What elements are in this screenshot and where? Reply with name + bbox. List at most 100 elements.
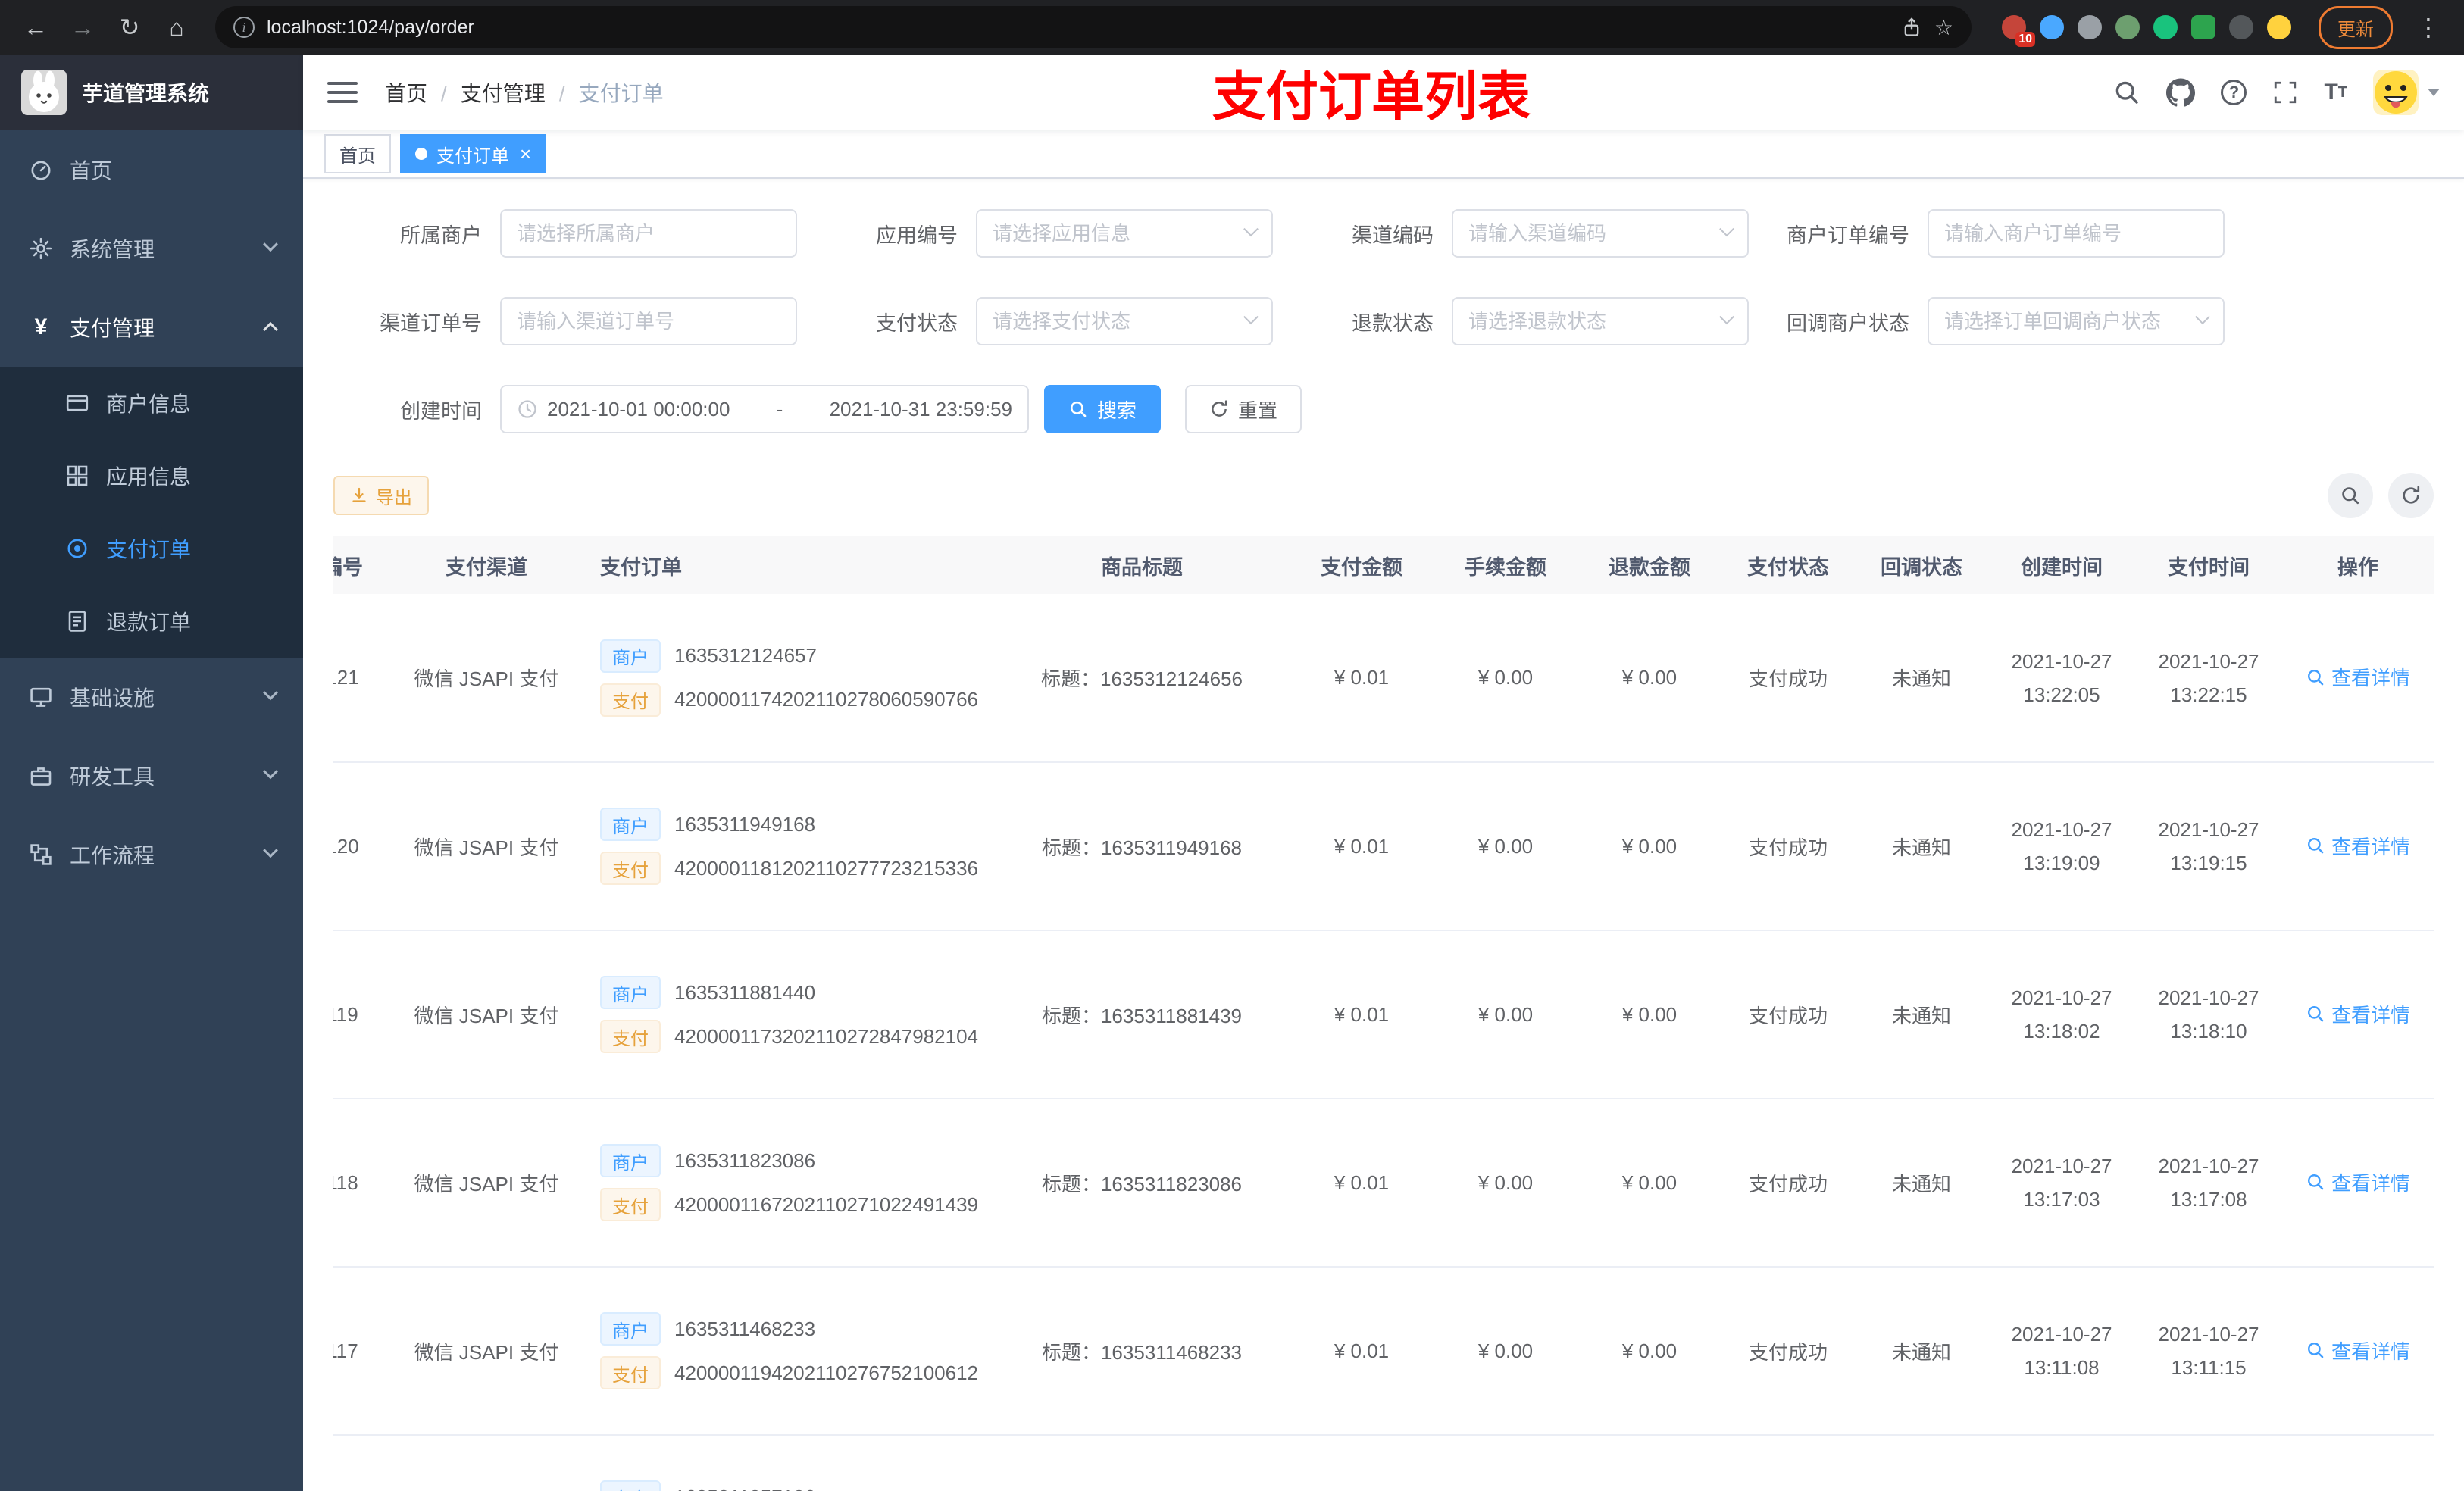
- extension-icon[interactable]: 10: [2002, 15, 2035, 47]
- bookmark-star-icon[interactable]: ☆: [1934, 15, 1953, 40]
- sidebar-item-pay-order[interactable]: 支付订单: [0, 512, 303, 585]
- extension-icon[interactable]: [2229, 15, 2253, 39]
- view-detail-link[interactable]: 查看详情: [2306, 663, 2410, 691]
- url-bar[interactable]: i localhost:1024/pay/order ☆: [215, 6, 1972, 48]
- filter-control[interactable]: [1928, 209, 2225, 258]
- date-filter-row: 创建时间 2021-10-01 00:00:00 - 2021-10-31 23…: [333, 385, 2434, 433]
- chevron-down-icon: [1719, 309, 1734, 325]
- column-header: 支付金额: [1290, 536, 1434, 594]
- fullscreen-icon[interactable]: [2272, 80, 2298, 105]
- sidebar-item-label: 基础设施: [70, 686, 155, 710]
- tab[interactable]: 支付订单 ×: [400, 134, 547, 173]
- view-detail-link[interactable]: 查看详情: [2306, 1000, 2410, 1028]
- cell-pay-order: 商户 1635311857136 支付 42000011582021102718…: [570, 1435, 994, 1491]
- search-icon[interactable]: [2113, 79, 2140, 106]
- extension-icon[interactable]: [2191, 15, 2215, 39]
- filter-input[interactable]: [1944, 309, 2188, 333]
- table-row: 120 微信 JSAPI 支付 商户 1635311949168 支: [333, 762, 2434, 931]
- chevron-up-icon: [263, 321, 278, 337]
- cell-pay-order: 商户 1635311949168 支付 42000011812021102777…: [570, 762, 994, 931]
- channel-order-no: 4200001167202110271022491439: [674, 1192, 979, 1216]
- cell-notify-status: 未通知: [1855, 762, 1988, 931]
- filter-input[interactable]: [1944, 221, 2208, 245]
- merchant-tag: 商户: [600, 1144, 661, 1177]
- view-detail-link[interactable]: 查看详情: [2306, 1336, 2410, 1364]
- filter-control[interactable]: [976, 297, 1273, 345]
- pay-tag: 支付: [600, 1188, 661, 1221]
- refresh-button[interactable]: [2388, 473, 2434, 518]
- sidebar-item-infra[interactable]: 基础设施: [0, 658, 303, 736]
- reset-button[interactable]: 重置: [1185, 385, 1302, 433]
- table-row: 121 微信 JSAPI 支付 商户 1635312124657 支: [333, 594, 2434, 763]
- pay-tag: 支付: [600, 683, 661, 717]
- sidebar-item-system[interactable]: 系统管理: [0, 209, 303, 288]
- chevron-down-icon: [2195, 309, 2210, 325]
- share-icon[interactable]: [1901, 17, 1922, 38]
- filter-input[interactable]: [1468, 309, 1712, 333]
- sidebar-logo[interactable]: 芋道管理系统: [0, 55, 303, 130]
- date-range-picker[interactable]: 2021-10-01 00:00:00 - 2021-10-31 23:59:5…: [500, 385, 1029, 433]
- cell-pay-amount: ¥ 0.01: [1290, 1435, 1434, 1491]
- cell-actions: 查看详情: [2282, 594, 2434, 763]
- help-icon[interactable]: ?: [2221, 80, 2247, 105]
- sidebar-item-pay[interactable]: ¥ 支付管理: [0, 288, 303, 367]
- cell-fee-amount: ¥ 0.00: [1434, 762, 1578, 931]
- filter-control[interactable]: [1452, 209, 1749, 258]
- dashboard-icon: [27, 158, 55, 182]
- column-header: 手续金额: [1434, 536, 1578, 594]
- filter-label: 渠道编码: [1352, 223, 1434, 247]
- site-info-icon[interactable]: i: [233, 17, 255, 38]
- home-icon[interactable]: ⌂: [156, 7, 197, 48]
- sidebar-item-refund-order[interactable]: 退款订单: [0, 585, 303, 658]
- hide-search-button[interactable]: [2328, 473, 2373, 518]
- sidebar-item-workflow[interactable]: 工作流程: [0, 815, 303, 894]
- hamburger-icon[interactable]: [327, 77, 358, 108]
- filter-input[interactable]: [517, 221, 780, 245]
- filter-control[interactable]: [500, 209, 797, 258]
- cell-fee-amount: ¥ 0.00: [1434, 930, 1578, 1099]
- cell-title: 标题：1635312124656: [994, 594, 1290, 763]
- extension-icon[interactable]: [2153, 15, 2178, 39]
- tab[interactable]: 首页: [324, 134, 391, 173]
- view-detail-link[interactable]: 查看详情: [2306, 1168, 2410, 1196]
- search-button[interactable]: 搜索: [1044, 385, 1162, 433]
- sidebar-item-home[interactable]: 首页: [0, 130, 303, 209]
- chevron-down-icon: [1719, 221, 1734, 237]
- sidebar-item-dev-tools[interactable]: 研发工具: [0, 736, 303, 815]
- cell-actions: 查看详情: [2282, 1099, 2434, 1268]
- filter-input[interactable]: [993, 309, 1237, 333]
- github-icon[interactable]: [2166, 78, 2196, 107]
- filter-input[interactable]: [1468, 221, 1712, 245]
- breadcrumb-home[interactable]: 首页: [385, 77, 427, 108]
- filter-control[interactable]: [976, 209, 1273, 258]
- forward-icon[interactable]: →: [62, 7, 103, 48]
- breadcrumb-pay-management[interactable]: 支付管理: [427, 77, 546, 108]
- filter-field: 商户订单编号: [1761, 209, 2225, 258]
- reload-icon[interactable]: ↻: [109, 7, 150, 48]
- cell-notify-status: 未通知: [1855, 594, 1988, 763]
- browser-update-button[interactable]: 更新: [2319, 5, 2393, 49]
- filter-control[interactable]: [500, 297, 797, 345]
- sidebar-item-app-info[interactable]: 应用信息: [0, 439, 303, 512]
- browser-menu-icon[interactable]: ⋮: [2408, 7, 2449, 48]
- extension-icon[interactable]: [2267, 15, 2291, 39]
- back-icon[interactable]: ←: [15, 7, 56, 48]
- close-icon[interactable]: ×: [520, 144, 531, 164]
- cell-title: 标题：1635311857136: [994, 1435, 1290, 1491]
- filter-control[interactable]: [1928, 297, 2225, 345]
- font-size-icon[interactable]: TT: [2324, 80, 2347, 105]
- filter-control[interactable]: [1452, 297, 1749, 345]
- breadcrumb-pay-order: 支付订单: [546, 77, 664, 108]
- sidebar-item-merchant-info[interactable]: 商户信息: [0, 367, 303, 439]
- extension-icon[interactable]: [2040, 15, 2064, 39]
- filter-input[interactable]: [993, 221, 1237, 245]
- cell-pay-status: 支付成功: [1721, 1099, 1855, 1268]
- chevron-down-icon: [263, 842, 278, 858]
- sidebar-item-label: 支付订单: [106, 538, 192, 561]
- user-menu[interactable]: [2373, 70, 2440, 115]
- extension-icon[interactable]: [2078, 15, 2102, 39]
- extension-icon[interactable]: [2115, 15, 2140, 39]
- view-detail-link[interactable]: 查看详情: [2306, 832, 2410, 860]
- filter-input[interactable]: [517, 309, 780, 333]
- export-button[interactable]: 导出: [333, 476, 429, 515]
